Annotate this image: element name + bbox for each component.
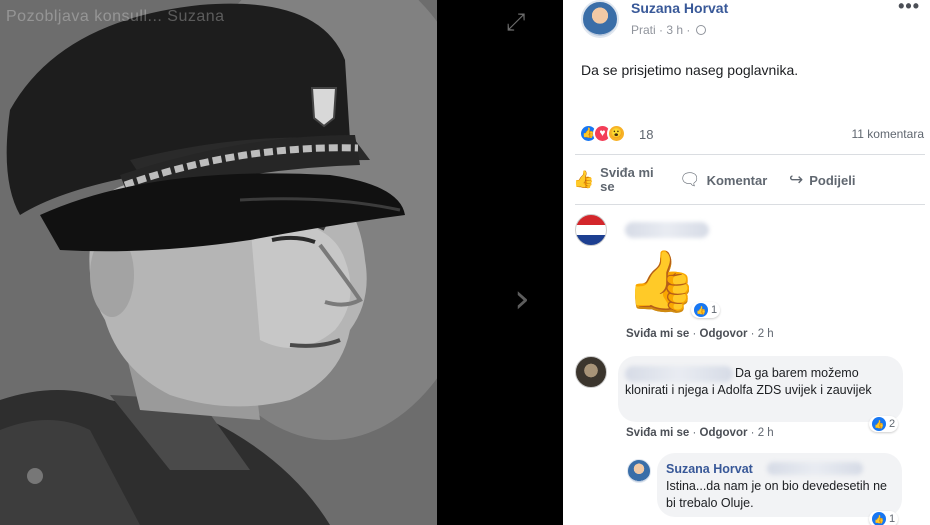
blurred-text (767, 462, 863, 475)
divider (575, 204, 925, 205)
reaction-count[interactable]: 18 (639, 127, 653, 142)
post-panel: Suzana Horvat Prati · 3 h · ••• Da se pr… (563, 0, 930, 525)
comment-reactions[interactable]: 👍 2 (869, 416, 899, 432)
comment-meta: Sviđa mi se · Odgovor · 2 h (626, 427, 774, 439)
comment-label: Komentar (706, 172, 768, 188)
like-label: Sviđa mi se (600, 165, 654, 194)
reactions-bar[interactable]: 👍 ♥ 😮 18 11 komentara (579, 124, 924, 146)
thumbs-up-icon: 👍 (573, 170, 595, 190)
comment-icon: 🗨 (679, 170, 701, 190)
reply-reaction-count: 1 (889, 513, 896, 525)
photo-viewer: Pozobljava konsull... Suzana ⤢ › (0, 0, 563, 525)
like-reaction-icon: 👍 (872, 417, 886, 431)
meta-separator: · (692, 427, 700, 439)
comment-reaction-count: 2 (889, 418, 896, 430)
post-photo[interactable]: Pozobljava konsull... Suzana (0, 0, 437, 525)
portrait-illustration (0, 0, 437, 525)
comment-meta: Sviđa mi se · Odgovor · 2 h (626, 328, 774, 340)
reply-reactions[interactable]: 👍 1 (869, 511, 899, 525)
thumbs-up-sticker: 👍 (625, 246, 698, 314)
like-reaction-icon: 👍 (694, 303, 708, 317)
post-actions: 👍 Sviđa mi se 🗨 Komentar ↪ Podijeli (573, 160, 923, 202)
post-time[interactable]: 3 h (666, 23, 683, 37)
like-button[interactable]: 👍 Sviđa mi se (573, 166, 663, 194)
comment-button[interactable]: 🗨 Komentar (679, 170, 767, 190)
share-label: Podijeli (809, 172, 856, 188)
post-meta: Prati · 3 h · (631, 23, 706, 37)
comment-text: Da ga barem možemo klonirati i njega i A… (625, 366, 872, 397)
more-options-icon[interactable]: ••• (898, 0, 920, 17)
meta-separator: · (750, 427, 758, 439)
chevron-right-icon[interactable]: › (514, 276, 530, 322)
share-icon: ↪ (789, 170, 804, 190)
meta-separator: · (750, 328, 758, 340)
post-author[interactable]: Suzana Horvat (631, 0, 728, 16)
comment-like-link[interactable]: Sviđa mi se (626, 328, 689, 340)
meta-separator: · (686, 23, 694, 37)
comment-time[interactable]: 2 h (758, 328, 774, 340)
blurred-commenter-name (625, 222, 709, 238)
reply-author-avatar[interactable] (627, 459, 651, 483)
comment-time[interactable]: 2 h (758, 427, 774, 439)
post-header: Suzana Horvat Prati · 3 h · ••• (581, 0, 926, 48)
wow-reaction-icon: 😮 (607, 124, 626, 143)
reply-text: Istina...da nam je on bio devedesetih ne… (666, 479, 887, 510)
comment-reaction-count: 1 (711, 304, 718, 316)
photo-watermark: Pozobljava konsull... Suzana (6, 8, 225, 25)
globe-icon (695, 25, 706, 35)
commenter-avatar[interactable] (575, 214, 607, 246)
comment-reactions[interactable]: 👍 1 (691, 302, 721, 318)
share-button[interactable]: ↪ Podijeli (789, 170, 855, 190)
expand-icon[interactable]: ⤢ (506, 8, 525, 36)
meta-separator: · (692, 328, 700, 340)
divider (575, 154, 925, 155)
comment-like-link[interactable]: Sviđa mi se (626, 427, 689, 439)
comment-reply-link[interactable]: Odgovor (700, 427, 748, 439)
comment-count[interactable]: 11 komentara (852, 127, 925, 141)
reply-author[interactable]: Suzana Horvat (666, 462, 753, 476)
follow-link[interactable]: Prati (631, 23, 656, 37)
comment-reply-link[interactable]: Odgovor (700, 328, 748, 340)
like-reaction-icon: 👍 (872, 512, 886, 525)
commenter-avatar[interactable] (575, 356, 607, 388)
post-text: Da se prisjetimo naseg poglavnika. (581, 62, 799, 78)
author-avatar[interactable] (581, 0, 619, 38)
